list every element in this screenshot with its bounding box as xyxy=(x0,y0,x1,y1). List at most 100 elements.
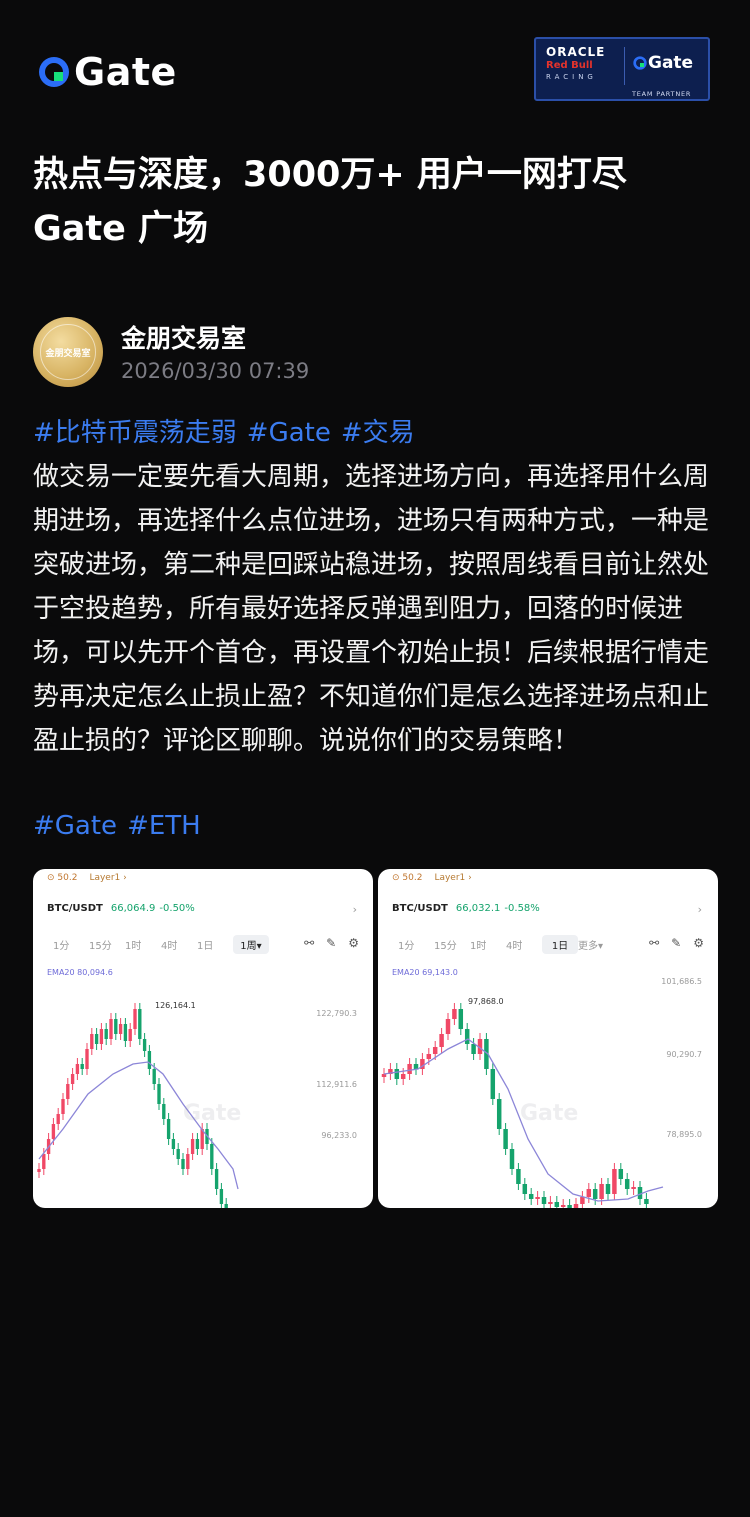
candle-body xyxy=(224,1204,228,1208)
interval-tabs: 1分 15分 1时 4时 1日 更多▾ xyxy=(398,935,614,954)
chart-tools: ⚯ ✎ ⚙ xyxy=(304,936,359,950)
candle-body xyxy=(166,1119,171,1139)
post-author[interactable]: 金朋交易室 金朋交易室 2026/03/30 07:39 xyxy=(33,317,723,387)
candle-body xyxy=(70,1074,75,1084)
candle-body xyxy=(147,1051,152,1069)
candle-body xyxy=(445,1019,451,1034)
interval-tab: 1分 xyxy=(53,941,70,952)
candle-body xyxy=(190,1139,195,1154)
hashtag-row-top: #比特币震荡走弱 #Gate #交易 xyxy=(33,412,425,449)
interval-tab: 1时 xyxy=(470,941,487,952)
candle-body xyxy=(118,1024,123,1034)
author-name[interactable]: 金朋交易室 xyxy=(121,319,246,355)
candle-body xyxy=(509,1149,515,1169)
candle-body xyxy=(644,1199,649,1204)
candle-body xyxy=(51,1124,56,1139)
candle-body xyxy=(599,1184,604,1199)
candle-body xyxy=(567,1205,572,1208)
chart-pair: BTC/USDT 66,064.9 -0.50% xyxy=(47,903,195,914)
candle-body xyxy=(114,1019,118,1034)
interval-tab: 4时 xyxy=(161,941,178,952)
hashtag-link[interactable]: #ETH xyxy=(127,811,201,841)
candle-body xyxy=(394,1069,400,1079)
candle-body xyxy=(157,1084,161,1104)
candle-body xyxy=(522,1184,528,1194)
candle-body xyxy=(104,1029,108,1039)
chart-watermark: Gate xyxy=(183,1101,242,1126)
candle-body xyxy=(219,1189,224,1204)
candle-body xyxy=(214,1169,219,1189)
indicator-icon: ⚯ xyxy=(304,936,315,950)
candle-body xyxy=(554,1202,560,1207)
chevron-right-icon: › xyxy=(697,903,702,916)
gate-logo[interactable]: Gate xyxy=(36,50,177,94)
candle-body xyxy=(503,1129,508,1149)
candle-body xyxy=(75,1064,80,1074)
pair-change: -0.58% xyxy=(504,903,540,914)
post-body: 做交易一定要先看大周期，选择进场方向，再选择用什么周期进场，再选择什么点位进场，… xyxy=(33,462,710,756)
candle-body xyxy=(42,1154,46,1169)
price-level: 90,290.7 xyxy=(666,1050,702,1059)
interval-tab: 1时 xyxy=(125,941,142,952)
candle-body xyxy=(605,1184,611,1194)
hashtag-link[interactable]: #比特币震荡走弱 xyxy=(33,418,237,448)
avatar-label: 金朋交易室 xyxy=(45,348,91,359)
page-headline: 热点与深度，3000万+ 用户一网打尽 Gate 广场 xyxy=(33,148,723,256)
partner-badge: ORACLE Red Bull RACING Gate TEAM PARTNER xyxy=(534,37,710,101)
chart-top-bar: ⊙ 50.2 Layer1 › xyxy=(47,873,127,883)
candle-body xyxy=(560,1205,566,1207)
candle-body xyxy=(432,1047,438,1054)
partner-oracle-text: ORACLE xyxy=(546,45,606,59)
hashtag-link[interactable]: #Gate xyxy=(247,418,331,448)
pair-name: BTC/USDT xyxy=(392,903,448,914)
partner-gate-text: Gate xyxy=(648,53,694,73)
candle-body xyxy=(181,1159,185,1169)
settings-icon: ⚙ xyxy=(693,936,704,950)
candle-body xyxy=(176,1149,180,1159)
candlestick-chart xyxy=(37,1003,239,1208)
chart-layer-label: Layer1 › xyxy=(89,873,127,883)
app-header: Gate ORACLE Red Bull RACING Gate TEAM PA… xyxy=(0,0,750,120)
candle-body xyxy=(464,1029,470,1044)
candle-body xyxy=(496,1099,502,1129)
candle-body xyxy=(452,1009,457,1019)
candle-body xyxy=(210,1144,214,1169)
candle-body xyxy=(624,1179,630,1189)
price-level: 112,911.6 xyxy=(316,1080,357,1089)
price-level: 122,790.3 xyxy=(316,1009,357,1018)
post-image-2[interactable]: ⊙ 50.2 Layer1 › BTC/USDT 66,032.1 -0.58% › … xyxy=(378,869,718,1208)
post-timestamp: 2026/03/30 07:39 xyxy=(121,359,310,383)
post-image-1[interactable]: ⊙ 50.2 Layer1 › BTC/USDT 66,064.9 -0.50% › … xyxy=(33,869,373,1208)
candle-body xyxy=(490,1069,496,1099)
settings-icon: ⚙ xyxy=(348,936,359,950)
chart-top-left: ⊙ 50.2 xyxy=(47,873,78,883)
candle-body xyxy=(528,1194,534,1199)
chart-top-bar: ⊙ 50.2 Layer1 › xyxy=(392,873,472,883)
avatar[interactable]: 金朋交易室 xyxy=(33,317,103,387)
hashtag-link[interactable]: #Gate xyxy=(33,811,117,841)
gate-logo-icon xyxy=(36,54,72,90)
headline-line-1: 热点与深度，3000万+ 用户一网打尽 xyxy=(33,155,627,195)
candle-body xyxy=(541,1197,547,1204)
interval-tab-selected: 1周▾ xyxy=(233,935,269,954)
candle-body xyxy=(109,1019,113,1039)
candle-body xyxy=(61,1099,65,1114)
high-marker: 126,164.1 xyxy=(155,1001,196,1010)
candle-body xyxy=(592,1189,598,1199)
price-level: 78,895.0 xyxy=(666,1130,702,1139)
ema-label: EMA20 80,094.6 xyxy=(47,968,113,977)
candle-body xyxy=(413,1064,419,1069)
partner-divider xyxy=(624,47,625,85)
pair-price: 66,032.1 xyxy=(455,903,501,914)
candle-body xyxy=(94,1034,99,1044)
hashtag-link[interactable]: #交易 xyxy=(341,418,415,448)
candle-body xyxy=(195,1139,200,1149)
candle-body xyxy=(152,1069,156,1084)
candlestick-chart xyxy=(381,1003,664,1208)
pair-name: BTC/USDT xyxy=(47,903,103,914)
candle-body xyxy=(171,1139,176,1149)
candle-body xyxy=(612,1169,617,1194)
candle-body xyxy=(99,1029,104,1044)
candle-body xyxy=(458,1009,464,1029)
chart-watermark: Gate xyxy=(520,1101,579,1126)
